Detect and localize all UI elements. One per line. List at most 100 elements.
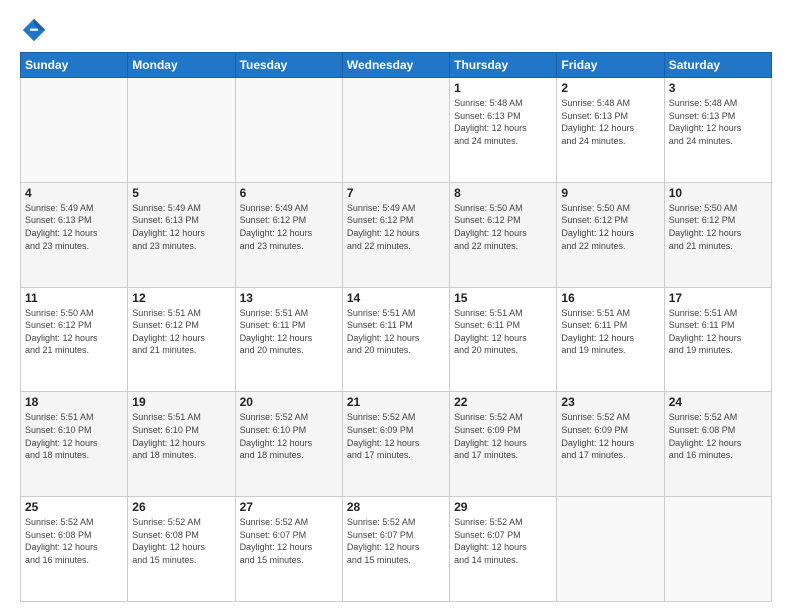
day-info: Sunrise: 5:52 AM Sunset: 6:07 PM Dayligh… [347, 516, 445, 566]
calendar-cell: 25 Sunrise: 5:52 AM Sunset: 6:08 PM Dayli… [21, 497, 128, 602]
day-number: 14 [347, 291, 445, 305]
calendar-cell: 14 Sunrise: 5:51 AM Sunset: 6:11 PM Dayli… [342, 287, 449, 392]
calendar-cell: 11 Sunrise: 5:50 AM Sunset: 6:12 PM Dayli… [21, 287, 128, 392]
day-number: 1 [454, 81, 552, 95]
calendar-header-sunday: Sunday [21, 53, 128, 78]
calendar-header-row: SundayMondayTuesdayWednesdayThursdayFrid… [21, 53, 772, 78]
day-info: Sunrise: 5:52 AM Sunset: 6:07 PM Dayligh… [454, 516, 552, 566]
day-info: Sunrise: 5:51 AM Sunset: 6:10 PM Dayligh… [132, 411, 230, 461]
day-info: Sunrise: 5:51 AM Sunset: 6:11 PM Dayligh… [347, 307, 445, 357]
calendar-cell: 21 Sunrise: 5:52 AM Sunset: 6:09 PM Dayli… [342, 392, 449, 497]
logo [20, 16, 52, 44]
day-number: 9 [561, 186, 659, 200]
calendar-cell [664, 497, 771, 602]
day-number: 27 [240, 500, 338, 514]
day-number: 20 [240, 395, 338, 409]
page: SundayMondayTuesdayWednesdayThursdayFrid… [0, 0, 792, 612]
day-number: 26 [132, 500, 230, 514]
calendar-cell: 10 Sunrise: 5:50 AM Sunset: 6:12 PM Dayli… [664, 182, 771, 287]
calendar-table: SundayMondayTuesdayWednesdayThursdayFrid… [20, 52, 772, 602]
day-number: 10 [669, 186, 767, 200]
day-number: 25 [25, 500, 123, 514]
day-info: Sunrise: 5:50 AM Sunset: 6:12 PM Dayligh… [25, 307, 123, 357]
day-number: 7 [347, 186, 445, 200]
day-number: 5 [132, 186, 230, 200]
calendar-cell [128, 78, 235, 183]
day-info: Sunrise: 5:51 AM Sunset: 6:11 PM Dayligh… [454, 307, 552, 357]
day-info: Sunrise: 5:51 AM Sunset: 6:11 PM Dayligh… [669, 307, 767, 357]
calendar-cell: 28 Sunrise: 5:52 AM Sunset: 6:07 PM Dayli… [342, 497, 449, 602]
calendar-header-wednesday: Wednesday [342, 53, 449, 78]
calendar-cell: 29 Sunrise: 5:52 AM Sunset: 6:07 PM Dayli… [450, 497, 557, 602]
day-number: 28 [347, 500, 445, 514]
day-info: Sunrise: 5:52 AM Sunset: 6:08 PM Dayligh… [669, 411, 767, 461]
calendar-header-friday: Friday [557, 53, 664, 78]
day-number: 15 [454, 291, 552, 305]
calendar-cell [557, 497, 664, 602]
calendar-cell [235, 78, 342, 183]
day-number: 13 [240, 291, 338, 305]
day-info: Sunrise: 5:51 AM Sunset: 6:10 PM Dayligh… [25, 411, 123, 461]
calendar-cell: 2 Sunrise: 5:48 AM Sunset: 6:13 PM Daylig… [557, 78, 664, 183]
calendar-header-monday: Monday [128, 53, 235, 78]
day-info: Sunrise: 5:52 AM Sunset: 6:08 PM Dayligh… [132, 516, 230, 566]
day-info: Sunrise: 5:49 AM Sunset: 6:12 PM Dayligh… [347, 202, 445, 252]
day-info: Sunrise: 5:52 AM Sunset: 6:07 PM Dayligh… [240, 516, 338, 566]
calendar-cell: 6Sunrise: 5:49 AM Sunset: 6:12 PM Daylig… [235, 182, 342, 287]
calendar-week-row: 4 Sunrise: 5:49 AM Sunset: 6:13 PM Daylig… [21, 182, 772, 287]
day-number: 24 [669, 395, 767, 409]
calendar-cell: 23 Sunrise: 5:52 AM Sunset: 6:09 PM Dayli… [557, 392, 664, 497]
day-info: Sunrise: 5:52 AM Sunset: 6:09 PM Dayligh… [454, 411, 552, 461]
day-info: Sunrise: 5:51 AM Sunset: 6:11 PM Dayligh… [240, 307, 338, 357]
calendar-cell: 12 Sunrise: 5:51 AM Sunset: 6:12 PM Dayli… [128, 287, 235, 392]
calendar-cell: 13 Sunrise: 5:51 AM Sunset: 6:11 PM Dayli… [235, 287, 342, 392]
calendar-cell: 19 Sunrise: 5:51 AM Sunset: 6:10 PM Dayli… [128, 392, 235, 497]
day-info: Sunrise: 5:50 AM Sunset: 6:12 PM Dayligh… [454, 202, 552, 252]
calendar-cell: 18 Sunrise: 5:51 AM Sunset: 6:10 PM Dayli… [21, 392, 128, 497]
day-info: Sunrise: 5:48 AM Sunset: 6:13 PM Dayligh… [561, 97, 659, 147]
calendar-cell: 9Sunrise: 5:50 AM Sunset: 6:12 PM Daylig… [557, 182, 664, 287]
calendar-cell: 26 Sunrise: 5:52 AM Sunset: 6:08 PM Dayli… [128, 497, 235, 602]
day-info: Sunrise: 5:51 AM Sunset: 6:12 PM Dayligh… [132, 307, 230, 357]
calendar-cell: 16Sunrise: 5:51 AM Sunset: 6:11 PM Dayli… [557, 287, 664, 392]
calendar-cell: 27 Sunrise: 5:52 AM Sunset: 6:07 PM Dayli… [235, 497, 342, 602]
day-number: 8 [454, 186, 552, 200]
day-number: 12 [132, 291, 230, 305]
day-info: Sunrise: 5:50 AM Sunset: 6:12 PM Dayligh… [669, 202, 767, 252]
day-info: Sunrise: 5:52 AM Sunset: 6:10 PM Dayligh… [240, 411, 338, 461]
calendar-cell: 17 Sunrise: 5:51 AM Sunset: 6:11 PM Dayli… [664, 287, 771, 392]
logo-icon [20, 16, 48, 44]
day-info: Sunrise: 5:48 AM Sunset: 6:13 PM Dayligh… [454, 97, 552, 147]
calendar-cell [21, 78, 128, 183]
calendar-cell: 20 Sunrise: 5:52 AM Sunset: 6:10 PM Dayli… [235, 392, 342, 497]
calendar-week-row: 11 Sunrise: 5:50 AM Sunset: 6:12 PM Dayli… [21, 287, 772, 392]
day-number: 23 [561, 395, 659, 409]
day-number: 22 [454, 395, 552, 409]
day-info: Sunrise: 5:52 AM Sunset: 6:09 PM Dayligh… [347, 411, 445, 461]
day-number: 19 [132, 395, 230, 409]
calendar-cell: 15 Sunrise: 5:51 AM Sunset: 6:11 PM Dayli… [450, 287, 557, 392]
day-info: Sunrise: 5:52 AM Sunset: 6:08 PM Dayligh… [25, 516, 123, 566]
day-info: Sunrise: 5:49 AM Sunset: 6:12 PM Dayligh… [240, 202, 338, 252]
calendar-week-row: 25 Sunrise: 5:52 AM Sunset: 6:08 PM Dayli… [21, 497, 772, 602]
day-number: 17 [669, 291, 767, 305]
day-number: 18 [25, 395, 123, 409]
day-info: Sunrise: 5:49 AM Sunset: 6:13 PM Dayligh… [132, 202, 230, 252]
day-number: 11 [25, 291, 123, 305]
day-info: Sunrise: 5:49 AM Sunset: 6:13 PM Dayligh… [25, 202, 123, 252]
calendar-cell [342, 78, 449, 183]
day-number: 4 [25, 186, 123, 200]
day-number: 29 [454, 500, 552, 514]
calendar-cell: 3Sunrise: 5:48 AM Sunset: 6:13 PM Daylig… [664, 78, 771, 183]
calendar-cell: 5 Sunrise: 5:49 AM Sunset: 6:13 PM Daylig… [128, 182, 235, 287]
calendar-cell: 1 Sunrise: 5:48 AM Sunset: 6:13 PM Daylig… [450, 78, 557, 183]
calendar-header-tuesday: Tuesday [235, 53, 342, 78]
day-number: 2 [561, 81, 659, 95]
day-number: 16 [561, 291, 659, 305]
day-info: Sunrise: 5:52 AM Sunset: 6:09 PM Dayligh… [561, 411, 659, 461]
calendar-cell: 7 Sunrise: 5:49 AM Sunset: 6:12 PM Daylig… [342, 182, 449, 287]
calendar-cell: 22 Sunrise: 5:52 AM Sunset: 6:09 PM Dayli… [450, 392, 557, 497]
calendar-week-row: 1 Sunrise: 5:48 AM Sunset: 6:13 PM Daylig… [21, 78, 772, 183]
calendar-cell: 4 Sunrise: 5:49 AM Sunset: 6:13 PM Daylig… [21, 182, 128, 287]
day-number: 21 [347, 395, 445, 409]
